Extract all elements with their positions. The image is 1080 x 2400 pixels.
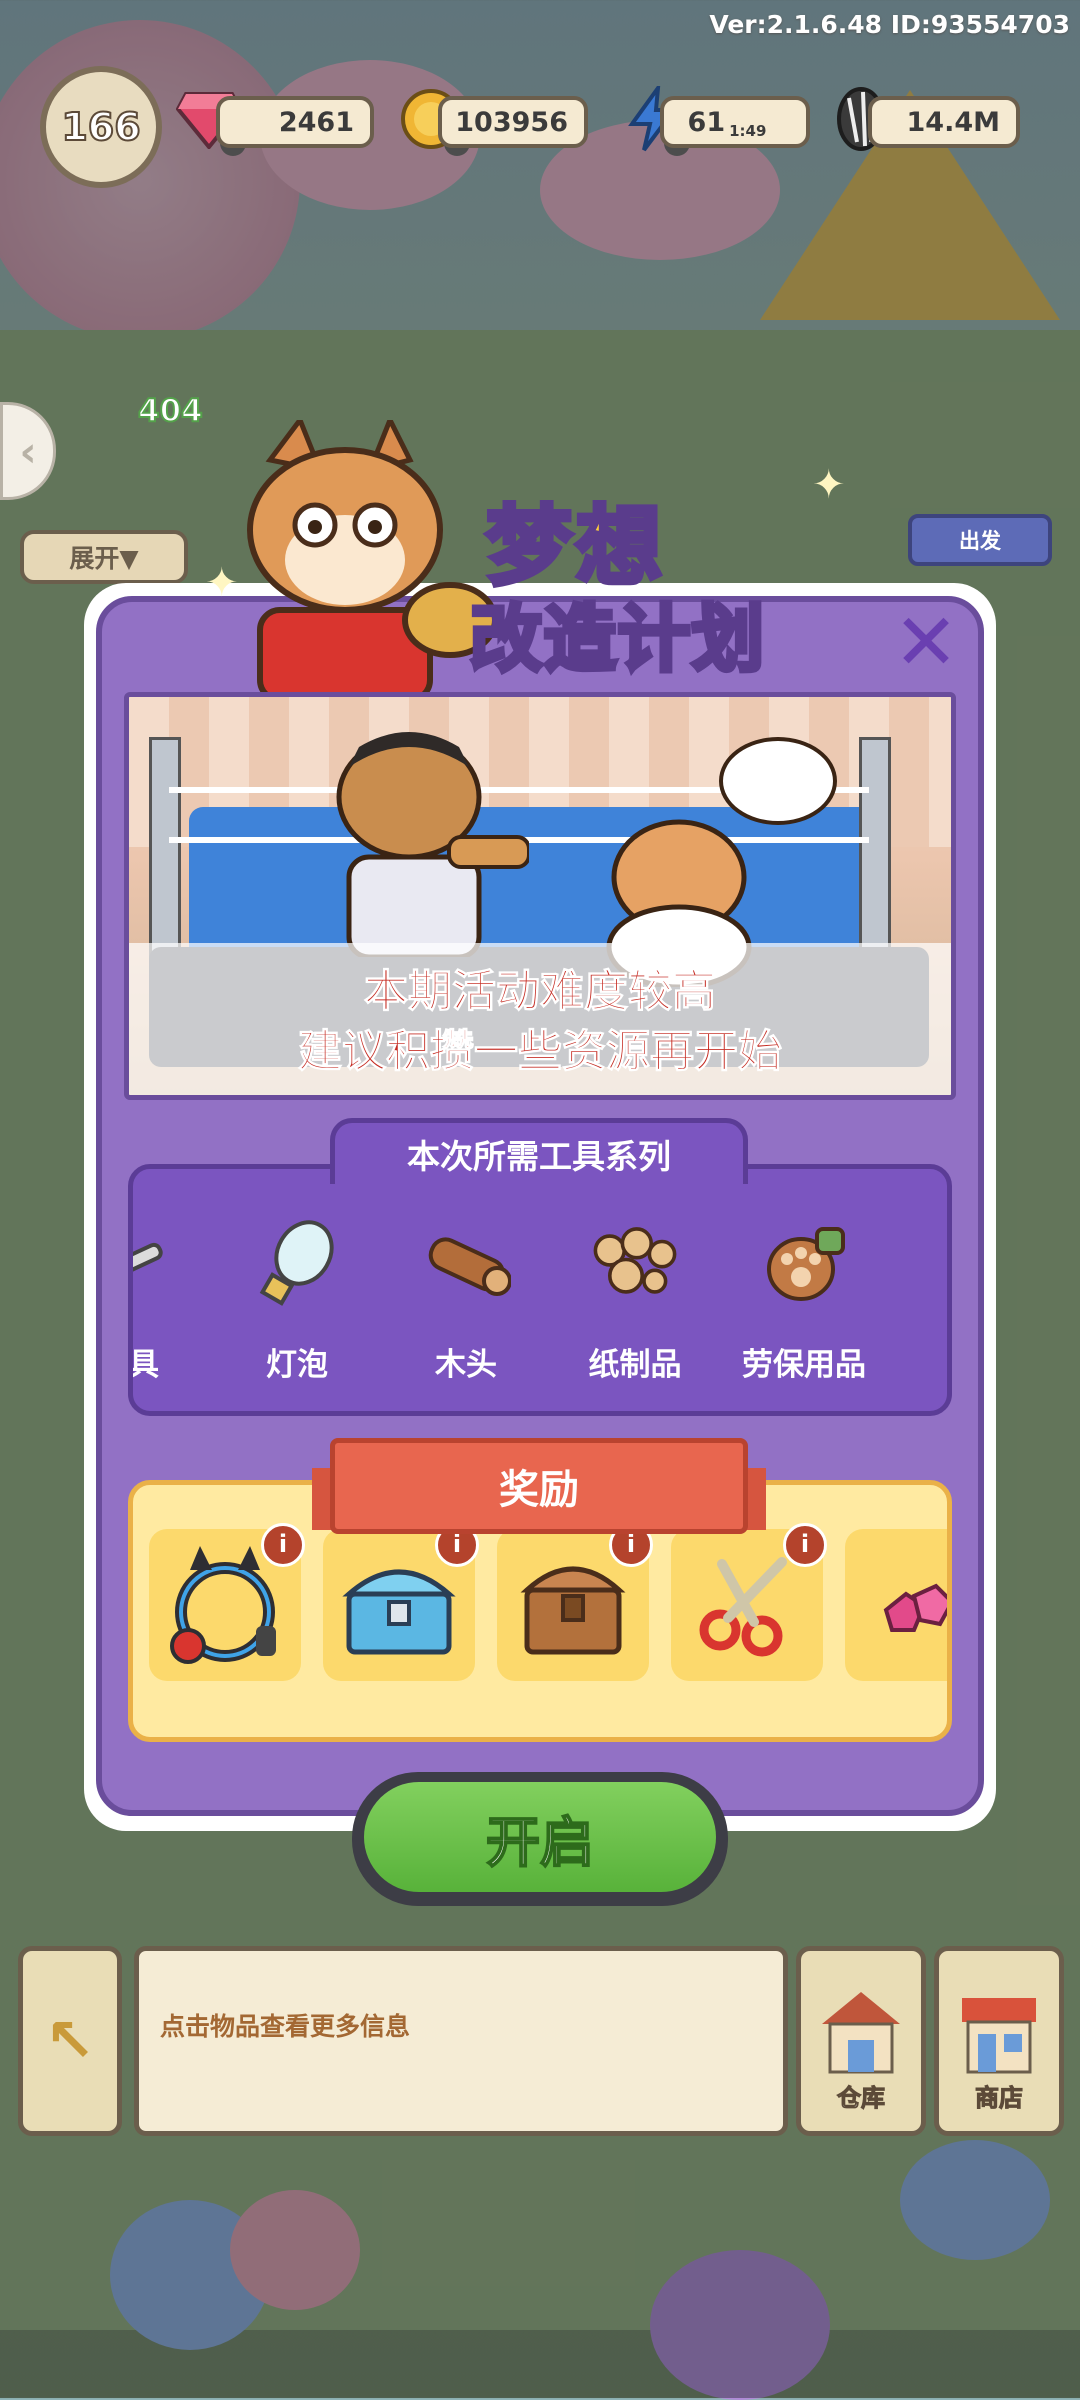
warehouse-icon bbox=[822, 1992, 900, 2074]
version-id-text: Ver:2.1.6.48 ID:93554703 bbox=[709, 10, 1070, 39]
tool-series-item[interactable]: 纸制品 bbox=[550, 1169, 720, 1411]
required-tools-list[interactable]: 工具 灯泡 木头 纸制品 劳保用品 bbox=[128, 1164, 952, 1416]
gem-pile-icon bbox=[845, 1529, 947, 1681]
back-arrow-icon: ↖ bbox=[44, 2006, 96, 2076]
energy-timer: 1:49 bbox=[729, 122, 767, 140]
player-level-badge[interactable]: 166 bbox=[40, 66, 162, 188]
tool-label: 灯泡 bbox=[266, 1347, 328, 1383]
reward-item[interactable]: i bbox=[149, 1523, 305, 1681]
warehouse-button[interactable]: 仓库 bbox=[796, 1946, 926, 2136]
energy-counter[interactable]: 61 1:49 bbox=[660, 96, 810, 148]
tool-label: 木头 bbox=[435, 1347, 497, 1383]
shop-label: 商店 bbox=[975, 2084, 1024, 2113]
energy-value: 61 bbox=[687, 106, 726, 138]
warehouse-label: 仓库 bbox=[837, 2084, 886, 2113]
sparkle-icon: ✦ bbox=[205, 560, 239, 606]
reward-info-button[interactable]: i bbox=[783, 1523, 827, 1567]
coins-counter[interactable]: 103956 bbox=[438, 96, 588, 148]
reward-header-ribbon: 奖励 bbox=[330, 1438, 748, 1534]
tool-label: 劳保用品 bbox=[742, 1347, 866, 1383]
close-button[interactable]: ✕ bbox=[888, 604, 964, 684]
tool-series-item[interactable]: 工具 bbox=[128, 1169, 213, 1411]
event-banner-image: 本期活动难度较高 建议积攒一些资源再开始 bbox=[124, 692, 956, 1100]
sparkle-icon: ✦ bbox=[812, 462, 846, 508]
reward-item[interactable]: i bbox=[497, 1523, 653, 1681]
reward-item[interactable]: i bbox=[845, 1529, 947, 1681]
gems-counter[interactable]: 2461 bbox=[216, 96, 374, 148]
tools-header: 本次所需工具系列 bbox=[330, 1118, 748, 1184]
quest-counter: 404 bbox=[137, 392, 204, 430]
reward-item[interactable]: i bbox=[671, 1523, 827, 1681]
shop-button[interactable]: 商店 bbox=[934, 1946, 1064, 2136]
wood-icon bbox=[421, 1219, 511, 1309]
warning-text-line2: 建议积攒一些资源再开始 bbox=[298, 1026, 783, 1078]
back-arrow-button[interactable]: ↖ bbox=[18, 1946, 122, 2136]
event-title-line2: 改造计划 bbox=[467, 595, 767, 684]
warning-text-line1: 本期活动难度较高 bbox=[364, 966, 717, 1018]
tool-label: 工具 bbox=[128, 1347, 159, 1383]
tool-series-item[interactable]: 灯泡 bbox=[212, 1169, 382, 1411]
speech-bubble bbox=[719, 737, 837, 825]
glove-icon bbox=[759, 1219, 849, 1309]
open-button[interactable]: 开启 bbox=[364, 1782, 716, 1892]
tool-series-item[interactable]: 劳保用品 bbox=[719, 1169, 889, 1411]
reward-item[interactable]: i bbox=[323, 1523, 479, 1681]
fox-mascot-icon bbox=[247, 420, 498, 700]
wrench-icon bbox=[133, 1219, 173, 1309]
shop-icon bbox=[962, 1998, 1036, 2074]
depart-button[interactable]: 出发 bbox=[908, 514, 1052, 566]
paper-icon bbox=[590, 1219, 680, 1309]
reward-info-button[interactable]: i bbox=[261, 1523, 305, 1567]
bulb-icon bbox=[252, 1219, 342, 1309]
dog-character-icon bbox=[336, 732, 529, 957]
seeds-counter[interactable]: 14.4M bbox=[868, 96, 1020, 148]
tool-series-item[interactable]: 木头 bbox=[381, 1169, 551, 1411]
tool-label: 纸制品 bbox=[588, 1347, 682, 1383]
expand-button[interactable]: 展开▼ bbox=[20, 530, 188, 584]
item-info-text: 点击物品查看更多信息 bbox=[160, 2012, 411, 2041]
